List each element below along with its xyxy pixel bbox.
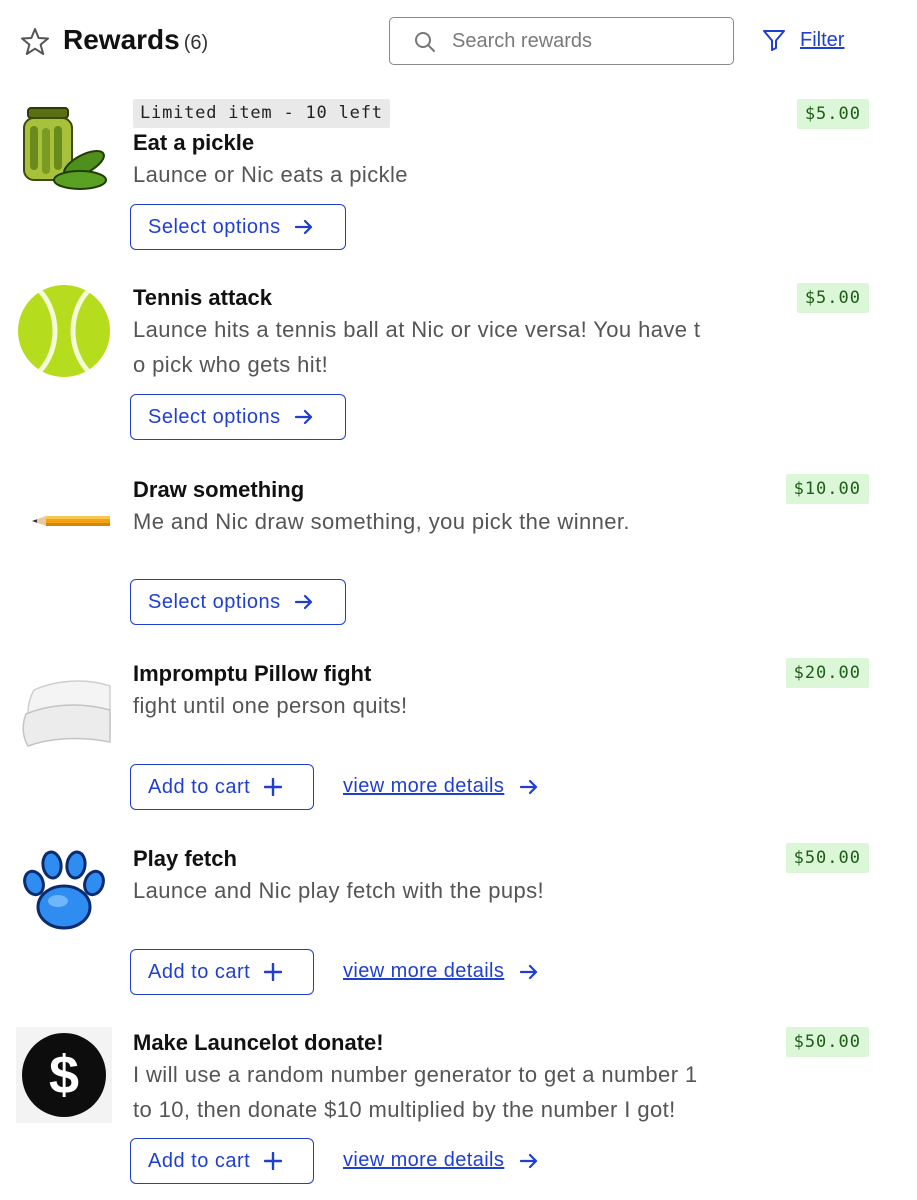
- add-to-cart-button[interactable]: Add to cart: [130, 1138, 314, 1184]
- rewards-header: Rewards(6) Filter: [0, 0, 917, 84]
- plus-icon: [264, 963, 283, 981]
- select-options-label: Select options: [148, 215, 281, 238]
- description-line: I will use a random number generator to …: [133, 1062, 698, 1087]
- arrow-right-icon: [294, 594, 312, 610]
- reward-name: Tennis attack: [133, 285, 272, 310]
- reward-name: Play fetch: [133, 846, 237, 871]
- price-badge: $20.00: [785, 658, 869, 688]
- add-to-cart-button[interactable]: Add to cart: [130, 764, 314, 810]
- view-more-details-label: view more details: [343, 775, 505, 797]
- reward-description: Launce hits a tennis ball at Nic or vice…: [133, 312, 773, 382]
- select-options-button[interactable]: Select options: [130, 394, 346, 440]
- page-title: Rewards (6): [63, 24, 208, 56]
- arrow-right-icon: [294, 409, 312, 425]
- dollar-sign-icon: $: [16, 1027, 112, 1123]
- price-badge: $10.00: [785, 474, 869, 504]
- view-more-details-label: view more details: [343, 960, 505, 982]
- price-badge: $50.00: [785, 843, 869, 873]
- reward-item: Tennis attack Launce hits a tennis ball …: [0, 283, 917, 453]
- plus-icon: [264, 778, 283, 796]
- arrow-right-icon: [520, 779, 538, 794]
- arrow-right-icon: [520, 964, 538, 979]
- select-options-label: Select options: [148, 590, 281, 613]
- page-title-text: Rewards: [63, 24, 180, 55]
- filter-link[interactable]: Filter: [800, 29, 844, 52]
- search-icon: [415, 32, 435, 52]
- view-more-details-link[interactable]: view more details: [343, 775, 538, 798]
- reward-item: Impromptu Pillow fight fight until one p…: [0, 658, 917, 818]
- arrow-right-icon: [294, 219, 312, 235]
- pillow-icon: [22, 680, 111, 747]
- reward-name: Draw something: [133, 477, 305, 502]
- pencil-icon: [32, 516, 110, 526]
- reward-item: Limited item - 10 left Eat a pickle Laun…: [0, 98, 917, 268]
- paw-print-icon: [23, 850, 105, 930]
- select-options-button[interactable]: Select options: [130, 579, 346, 625]
- description-line: to 10, then donate $10 multiplied by the…: [133, 1097, 676, 1122]
- price-badge: $5.00: [796, 99, 869, 129]
- reward-item: $ Make Launcelot donate! I will use a ra…: [0, 1027, 917, 1200]
- description-line: Launce hits a tennis ball at Nic or vice…: [133, 317, 701, 342]
- add-to-cart-button[interactable]: Add to cart: [130, 949, 314, 995]
- reward-name: Make Launcelot donate!: [133, 1030, 384, 1055]
- search-input[interactable]: [452, 26, 722, 56]
- reward-description: Launce or Nic eats a pickle: [133, 162, 408, 187]
- reward-name: Eat a pickle: [133, 130, 255, 155]
- pickle-jar-icon: [23, 107, 107, 190]
- filter-icon[interactable]: [762, 28, 786, 52]
- reward-item: Draw something Me and Nic draw something…: [0, 474, 917, 634]
- star-icon[interactable]: [20, 27, 50, 57]
- description-line: o pick who gets hit!: [133, 352, 329, 377]
- plus-icon: [264, 1152, 283, 1170]
- add-to-cart-label: Add to cart: [148, 960, 251, 983]
- reward-name: Impromptu Pillow fight: [133, 661, 372, 686]
- reward-item: Play fetch Launce and Nic play fetch wit…: [0, 843, 917, 1003]
- rewards-count: (6): [183, 32, 209, 54]
- add-to-cart-label: Add to cart: [148, 1149, 251, 1172]
- reward-description: Me and Nic draw something, you pick the …: [133, 509, 630, 534]
- price-badge: $50.00: [785, 1027, 869, 1057]
- limited-item-badge: Limited item - 10 left: [133, 99, 390, 128]
- add-to-cart-label: Add to cart: [148, 775, 251, 798]
- search-box[interactable]: [389, 17, 734, 65]
- tennis-ball-icon: [18, 285, 110, 377]
- view-more-details-link[interactable]: view more details: [343, 960, 538, 983]
- view-more-details-label: view more details: [343, 1149, 505, 1171]
- select-options-label: Select options: [148, 405, 281, 428]
- reward-description: Launce and Nic play fetch with the pups!: [133, 878, 545, 903]
- select-options-button[interactable]: Select options: [130, 204, 346, 250]
- svg-text:$: $: [49, 1045, 79, 1105]
- view-more-details-link[interactable]: view more details: [343, 1149, 538, 1172]
- price-badge: $5.00: [796, 283, 869, 313]
- arrow-right-icon: [520, 1153, 538, 1168]
- reward-description: I will use a random number generator to …: [133, 1057, 773, 1127]
- reward-description: fight until one person quits!: [133, 693, 408, 718]
